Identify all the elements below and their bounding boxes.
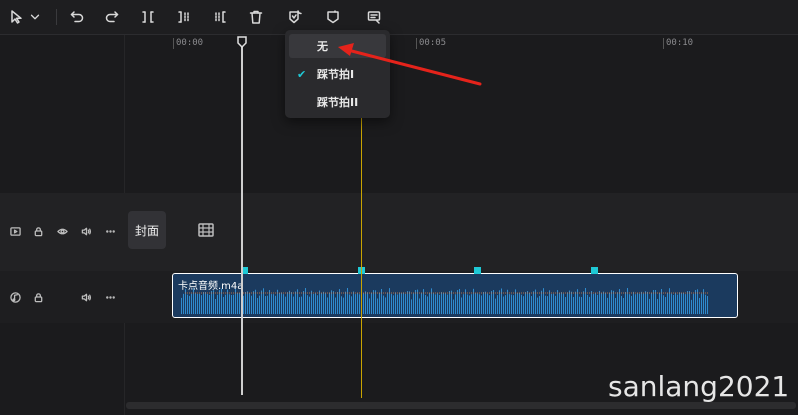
redo-icon[interactable] bbox=[101, 6, 123, 28]
trim-right-icon[interactable] bbox=[209, 6, 231, 28]
dropdown-chevron-icon[interactable] bbox=[28, 6, 42, 28]
eye-icon[interactable] bbox=[55, 224, 69, 238]
dropdown-item-label: 无 bbox=[317, 40, 328, 53]
more-options-icon[interactable] bbox=[103, 290, 117, 304]
lock-icon[interactable] bbox=[31, 290, 45, 304]
audio-waveform bbox=[181, 288, 708, 314]
cover-button[interactable]: 封面 bbox=[128, 211, 166, 249]
ruler-tick bbox=[173, 38, 174, 49]
caption-icon[interactable] bbox=[363, 6, 385, 28]
ruler-tick-label: 00:05 bbox=[419, 38, 447, 48]
volume-icon[interactable] bbox=[79, 290, 93, 304]
dropdown-item-none[interactable]: 无 bbox=[289, 34, 386, 58]
volume-icon[interactable] bbox=[79, 224, 93, 238]
toolbar-divider bbox=[56, 9, 57, 25]
horizontal-scrollbar[interactable] bbox=[126, 402, 796, 409]
select-pointer-icon[interactable] bbox=[6, 6, 28, 28]
split-icon[interactable] bbox=[137, 6, 159, 28]
ruler-tick-label: 00:10 bbox=[666, 38, 694, 48]
music-note-icon bbox=[8, 290, 22, 304]
dropdown-item-label: 踩节拍II bbox=[317, 96, 359, 109]
watermark: sanlang2021 bbox=[608, 370, 790, 403]
ruler-tick-label: 00:00 bbox=[176, 38, 204, 48]
film-strip-icon bbox=[198, 222, 214, 237]
video-track-icon bbox=[8, 224, 22, 238]
toolbar bbox=[0, 0, 798, 35]
more-options-icon[interactable] bbox=[103, 224, 117, 238]
timeline-ruler[interactable] bbox=[170, 35, 798, 53]
playhead-line[interactable] bbox=[241, 42, 243, 395]
ruler-tick bbox=[663, 38, 664, 49]
lock-icon[interactable] bbox=[31, 224, 45, 238]
audio-clip-name: 卡点音频.m4a bbox=[178, 281, 244, 292]
beat-marker-icon[interactable] bbox=[322, 6, 344, 28]
dropdown-item-beat-2[interactable]: 踩节拍II bbox=[289, 90, 386, 114]
playhead-handle[interactable] bbox=[236, 33, 248, 49]
beat-marker[interactable] bbox=[474, 267, 481, 274]
undo-icon[interactable] bbox=[66, 6, 88, 28]
dropdown-item-beat-1[interactable]: ✔ 踩节拍I bbox=[289, 62, 386, 86]
beat-marker[interactable] bbox=[591, 267, 598, 274]
ruler-tick bbox=[416, 38, 417, 49]
auto-beat-icon[interactable] bbox=[284, 6, 306, 28]
beat-mode-dropdown: 无 ✔ 踩节拍I 踩节拍II bbox=[285, 30, 390, 118]
delete-icon[interactable] bbox=[245, 6, 267, 28]
check-icon: ✔ bbox=[297, 67, 307, 81]
dropdown-item-label: 踩节拍I bbox=[317, 68, 355, 81]
video-track bbox=[0, 193, 798, 271]
audio-clip[interactable]: 卡点音频.m4a bbox=[172, 273, 738, 318]
trim-left-icon[interactable] bbox=[173, 6, 195, 28]
